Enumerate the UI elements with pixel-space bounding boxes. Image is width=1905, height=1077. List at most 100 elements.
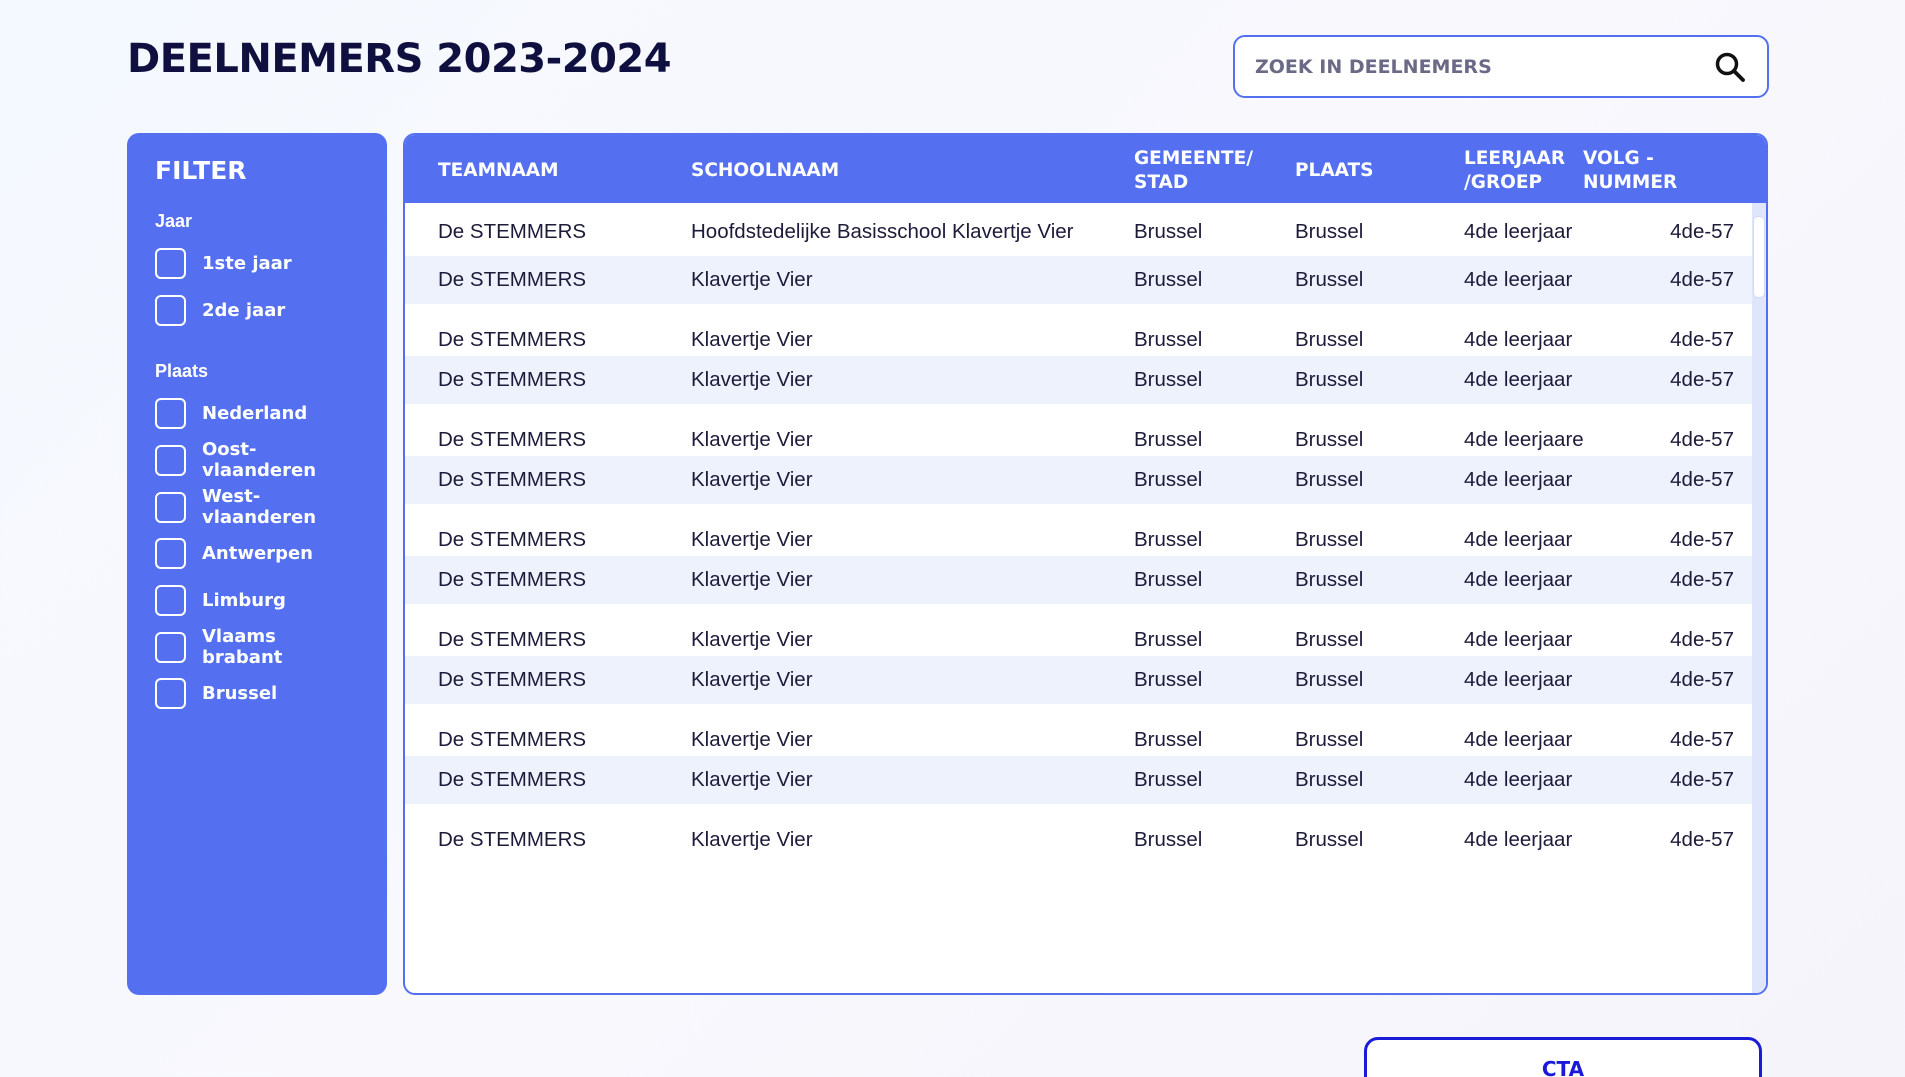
table-cell: 4de leerjaar — [1464, 328, 1573, 351]
table-cell: Brussel — [1134, 328, 1203, 351]
table-cell: Brussel — [1134, 428, 1203, 451]
filter-checkbox[interactable] — [155, 398, 186, 430]
scrollbar[interactable] — [1752, 203, 1766, 993]
table-cell: 4de-57 — [1670, 428, 1734, 451]
table-cell: 4de-57 — [1670, 368, 1734, 391]
table-cell: Brussel — [1295, 728, 1364, 751]
table-cell: Brussel — [1295, 628, 1364, 651]
table-row[interactable]: De STEMMERS Klavertje Vier Brussel Brussel 4… — [405, 614, 1752, 666]
table-cell: De STEMMERS — [438, 528, 587, 551]
table-cell: Brussel — [1295, 220, 1364, 243]
table-cell: Klavertje Vier — [691, 828, 813, 851]
table-cell: De STEMMERS — [438, 468, 587, 491]
filter-option-label: 1ste jaar — [202, 252, 292, 274]
filter-option-label: West- vlaanderen — [202, 486, 317, 529]
column-header[interactable]: VOLG - NUMMER — [1583, 147, 1677, 195]
table-cell: Brussel — [1134, 828, 1203, 851]
filter-option[interactable]: 2de jaar — [155, 287, 359, 334]
filter-title: FILTER — [155, 156, 247, 185]
table-cell: Hoofdstedelijke Basisschool Klavertje Vi… — [691, 220, 1074, 243]
filter-option-label: Brussel — [202, 683, 278, 705]
table-cell: Brussel — [1295, 768, 1364, 791]
cta-button[interactable]: CTA — [1364, 1037, 1762, 1077]
table-cell: Klavertje Vier — [691, 768, 813, 791]
table-cell: Brussel — [1134, 628, 1203, 651]
table-cell: De STEMMERS — [438, 268, 587, 291]
table-cell: 4de leerjaar — [1464, 828, 1573, 851]
column-header[interactable]: LEERJAAR /GROEP — [1464, 147, 1565, 195]
filter-option-label: Antwerpen — [202, 543, 313, 565]
table-cell: Brussel — [1295, 668, 1364, 691]
filter-option[interactable]: Limburg — [155, 577, 359, 624]
filter-checkbox[interactable] — [155, 294, 186, 326]
filter-option[interactable]: 1ste jaar — [155, 240, 359, 287]
table-row[interactable]: De STEMMERS Klavertje Vier Brussel Brussel 4… — [405, 314, 1752, 366]
table-cell: Brussel — [1295, 828, 1364, 851]
participants-table: TEAMNAAM SCHOOLNAAM GEMEENTE/ STAD PLAATS LE… — [403, 133, 1768, 995]
table-cell: 4de-57 — [1670, 768, 1734, 791]
table-cell: De STEMMERS — [438, 220, 587, 243]
table-cell: 4de leerjaar — [1464, 220, 1573, 243]
filter-checkbox[interactable] — [155, 678, 186, 710]
table-cell: 4de leerjaare — [1464, 428, 1584, 451]
table-cell: 4de-57 — [1670, 828, 1734, 851]
table-cell: De STEMMERS — [438, 768, 587, 791]
table-cell: Brussel — [1134, 568, 1203, 591]
table-row[interactable]: De STEMMERS Klavertje Vier Brussel Brussel 4… — [405, 514, 1752, 566]
table-cell: Brussel — [1134, 268, 1203, 291]
search-icon[interactable] — [1713, 50, 1747, 84]
table-cell: 4de-57 — [1670, 728, 1734, 751]
table-cell: 4de-57 — [1670, 628, 1734, 651]
table-cell: Klavertje Vier — [691, 468, 813, 491]
filter-option-label: Vlaams brabant — [202, 626, 283, 669]
filter-checkbox[interactable] — [155, 584, 186, 616]
table-cell: Brussel — [1295, 428, 1364, 451]
table-cell: De STEMMERS — [438, 668, 587, 691]
filter-checkbox[interactable] — [155, 247, 186, 279]
table-row[interactable]: De STEMMERS Klavertje Vier Brussel Brussel 4… — [405, 414, 1752, 466]
table-cell: 4de leerjaar — [1464, 768, 1573, 791]
table-row[interactable]: De STEMMERS Hoofdstedelijke Basisschool K… — [405, 203, 1752, 261]
table-cell: Brussel — [1134, 468, 1203, 491]
filter-option[interactable]: Vlaams brabant — [155, 624, 359, 671]
search-input[interactable] — [1255, 55, 1713, 78]
column-header[interactable]: SCHOOLNAAM — [691, 147, 839, 195]
table-cell: Klavertje Vier — [691, 328, 813, 351]
filter-option[interactable]: Brussel — [155, 671, 359, 718]
table-row[interactable]: De STEMMERS Klavertje Vier Brussel Brussel 4… — [405, 714, 1752, 766]
search-box[interactable] — [1233, 35, 1769, 98]
table-cell: De STEMMERS — [438, 828, 587, 851]
filter-option[interactable]: West- vlaanderen — [155, 484, 359, 531]
table-cell: Brussel — [1295, 468, 1364, 491]
column-header[interactable]: PLAATS — [1295, 147, 1374, 195]
table-body[interactable]: De STEMMERS Klavertje Vier Brussel Brussel 4… — [405, 203, 1766, 993]
table-row[interactable]: De STEMMERS Klavertje Vier Brussel Brussel 4… — [405, 814, 1752, 866]
column-header[interactable]: GEMEENTE/ STAD — [1134, 147, 1253, 195]
table-cell: 4de leerjaar — [1464, 468, 1573, 491]
table-row[interactable]: De STEMMERS Klavertje Vier Brussel Brussel 4… — [405, 256, 1752, 304]
table-cell: Brussel — [1134, 668, 1203, 691]
table-cell: Brussel — [1134, 528, 1203, 551]
table-cell: Brussel — [1134, 220, 1203, 243]
table-cell: Brussel — [1134, 768, 1203, 791]
table-cell: 4de-57 — [1670, 268, 1734, 291]
scrollbar-thumb[interactable] — [1754, 217, 1764, 297]
table-cell: 4de leerjaar — [1464, 628, 1573, 651]
filter-option[interactable]: Nederland — [155, 390, 359, 437]
table-cell: 4de-57 — [1670, 528, 1734, 551]
table-header: TEAMNAAM SCHOOLNAAM GEMEENTE/ STAD PLAATS LE… — [405, 135, 1766, 203]
filter-checkbox[interactable] — [155, 444, 186, 476]
table-cell: 4de leerjaar — [1464, 728, 1573, 751]
filter-option[interactable]: Oost-vlaanderen — [155, 437, 359, 484]
filter-checkbox[interactable] — [155, 491, 186, 523]
table-cell: De STEMMERS — [438, 328, 587, 351]
table-cell: 4de-57 — [1670, 328, 1734, 351]
table-cell: Klavertje Vier — [691, 728, 813, 751]
filter-checkbox[interactable] — [155, 631, 186, 663]
filter-option[interactable]: Antwerpen — [155, 530, 359, 577]
table-cell: Brussel — [1295, 268, 1364, 291]
filter-checkbox[interactable] — [155, 538, 186, 570]
column-header[interactable]: TEAMNAAM — [438, 147, 559, 195]
table-cell: De STEMMERS — [438, 368, 587, 391]
table-cell: De STEMMERS — [438, 428, 587, 451]
